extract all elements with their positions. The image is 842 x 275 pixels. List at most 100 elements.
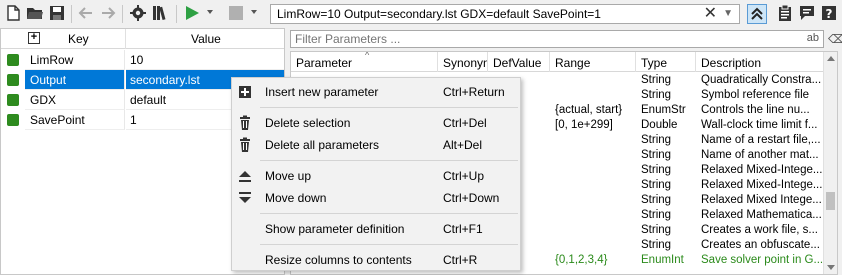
column-header-key[interactable]: Key <box>68 32 89 46</box>
match-case-icon[interactable]: ab <box>807 32 819 44</box>
collapse-icon[interactable] <box>747 4 767 24</box>
cell-range <box>550 148 636 163</box>
cell-range <box>550 178 636 193</box>
chevron-down-icon[interactable]: ▼ <box>723 8 733 19</box>
insert-icon <box>239 86 251 98</box>
parameter-key[interactable]: SavePoint <box>25 110 125 130</box>
run-dropdown-arrow-icon[interactable] <box>207 10 213 14</box>
cell-range <box>550 238 636 253</box>
scrollbar-thumb[interactable] <box>826 192 835 210</box>
cell-description: Relaxed Mixed Intege... <box>701 194 822 206</box>
open-folder-icon[interactable] <box>26 4 44 22</box>
filter-input[interactable] <box>295 32 775 46</box>
command-line-box[interactable]: ✕ ▼ <box>270 4 740 24</box>
back-arrow-icon[interactable] <box>77 4 95 22</box>
menu-item-label: Move up <box>265 169 312 183</box>
cell-range <box>550 133 636 148</box>
column-header-label: Parameter <box>296 56 353 70</box>
enabled-checkbox-icon[interactable] <box>7 114 19 126</box>
menu-item-insert-parameter[interactable]: Insert new parameter Ctrl+Return <box>232 81 520 103</box>
parameter-key[interactable]: LimRow <box>25 50 125 70</box>
cell-type: Double <box>641 119 678 131</box>
cell-description: Wall-clock time limit f... <box>701 119 818 131</box>
menu-item-label: Insert new parameter <box>265 85 379 99</box>
cell-description: Symbol reference file <box>701 89 810 101</box>
cell-description: Creates a work file, s... <box>701 224 818 236</box>
cell-range <box>550 223 636 238</box>
menu-item-delete-selection[interactable]: Delete selection Ctrl+Del <box>232 112 520 134</box>
cell-range: {0,1,2,3,4} <box>555 254 608 266</box>
parameter-key[interactable]: GDX <box>25 90 125 110</box>
enabled-checkbox-icon[interactable] <box>7 94 19 106</box>
context-menu: Insert new parameter Ctrl+Return Delete … <box>231 77 521 271</box>
cell-type: String <box>641 239 672 251</box>
forward-arrow-icon[interactable] <box>99 4 117 22</box>
menu-item-shortcut: Ctrl+Up <box>443 169 485 183</box>
filter-box[interactable]: ab <box>290 30 824 48</box>
command-line-input[interactable] <box>277 7 697 21</box>
scroll-up-icon[interactable] <box>827 56 835 61</box>
help-icon[interactable]: ? <box>820 4 838 22</box>
scroll-down-icon[interactable] <box>827 265 835 270</box>
menu-item-shortcut: Ctrl+Down <box>443 191 500 205</box>
vertical-scrollbar[interactable] <box>823 52 837 274</box>
cell-type: EnumStr <box>641 104 686 116</box>
menu-item-label: Move down <box>265 191 327 205</box>
cell-description: Controls the line nu... <box>701 104 810 116</box>
menu-separator <box>260 213 518 214</box>
column-divider <box>125 29 126 49</box>
library-icon[interactable] <box>151 4 169 22</box>
menu-item-show-definition[interactable]: Show parameter definition Ctrl+F1 <box>232 218 520 240</box>
table-header: ^ Parameter Synonym DefValue Range Type … <box>291 52 825 72</box>
menu-item-resize-columns[interactable]: Resize columns to contents Ctrl+R <box>232 249 520 271</box>
column-header-range[interactable]: Range <box>550 52 636 72</box>
menu-item-move-down[interactable]: Move down Ctrl+Down <box>232 187 520 209</box>
parameter-row[interactable]: LimRow 10 <box>1 50 284 70</box>
add-parameter-icon[interactable]: + <box>28 32 40 44</box>
column-header-value[interactable]: Value <box>191 32 221 46</box>
menu-separator <box>260 107 518 108</box>
enabled-checkbox-icon[interactable] <box>7 54 19 66</box>
cell-type: String <box>641 224 672 236</box>
cell-description: Creates an obfuscate... <box>701 239 820 251</box>
column-header-parameter[interactable]: ^ Parameter <box>291 52 438 72</box>
clear-filter-icon[interactable]: ⌫ <box>828 32 842 46</box>
column-header-description[interactable]: Description <box>696 52 825 72</box>
new-file-icon[interactable] <box>4 4 22 22</box>
column-header-type[interactable]: Type <box>636 52 696 72</box>
cell-description: Save solver point in G... <box>701 254 824 266</box>
menu-item-delete-all-parameters[interactable]: Delete all parameters Alt+Del <box>232 134 520 156</box>
menu-separator <box>260 244 518 245</box>
menu-item-shortcut: Alt+Del <box>443 138 483 152</box>
run-icon[interactable] <box>183 4 201 22</box>
enabled-checkbox-icon[interactable] <box>7 74 19 86</box>
parameter-key[interactable]: Output <box>25 70 125 90</box>
stop-dropdown-arrow-icon[interactable] <box>251 10 257 14</box>
clear-icon[interactable]: ✕ <box>704 6 717 22</box>
stop-icon[interactable] <box>227 4 245 22</box>
cell-type: String <box>641 89 672 101</box>
column-header-synonym[interactable]: Synonym <box>438 52 488 72</box>
cell-description: Name of another mat... <box>701 149 819 161</box>
cell-range <box>550 88 636 103</box>
settings-gear-icon[interactable] <box>129 4 147 22</box>
selected-parameters-header: + Key Value <box>1 29 284 49</box>
cell-range: [0, 1e+299] <box>555 119 613 131</box>
column-header-defvalue[interactable]: DefValue <box>488 52 550 72</box>
cell-type: String <box>641 134 672 146</box>
move-up-icon <box>239 171 251 182</box>
cell-type: String <box>641 209 672 221</box>
cell-type: String <box>641 164 672 176</box>
cell-description: Relaxed Mixed-Intege... <box>701 179 823 191</box>
menu-item-move-up[interactable]: Move up Ctrl+Up <box>232 165 520 187</box>
comment-icon[interactable] <box>798 4 816 22</box>
move-down-icon <box>239 192 251 203</box>
cell-description: Relaxed Mathematica... <box>701 209 822 221</box>
cell-range <box>550 73 636 88</box>
menu-separator <box>260 160 518 161</box>
parameter-value[interactable]: 10 <box>126 50 284 70</box>
cell-description: Relaxed Mixed-Intege... <box>701 164 823 176</box>
cell-type: String <box>641 179 672 191</box>
clipboard-icon[interactable] <box>776 4 794 22</box>
save-icon[interactable] <box>48 4 66 22</box>
